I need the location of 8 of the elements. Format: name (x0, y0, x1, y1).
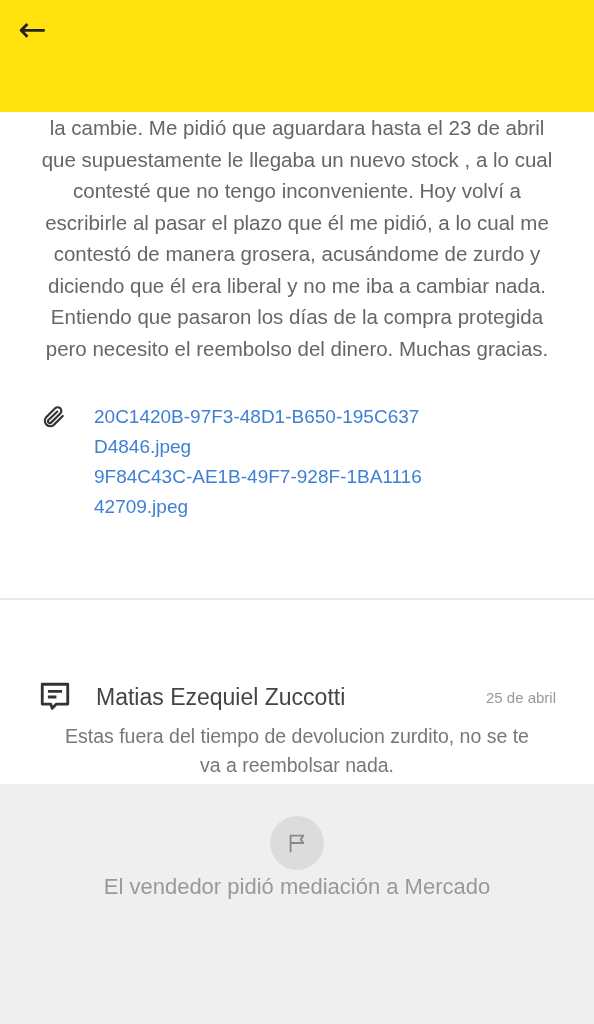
back-button[interactable]: ← (12, 8, 53, 50)
reply-date: 25 de abril (485, 688, 556, 706)
reply-text: Estas fuera del tiempo de devolucion zurdito, no se te va a reembolsar nada. (64, 724, 530, 778)
attachment-link[interactable]: 20C1420B-97F3-48D1-B650-195C637D4846.jpeg (94, 402, 424, 462)
attachment-link[interactable]: 9F84C43C-AE1B-49F7-928F-1BA111642709.jpeg (94, 462, 424, 522)
author-name: Matias Ezequiel Zuccotti (96, 683, 347, 711)
notice-text: El vendedor pidió mediación a Mercado (103, 874, 491, 900)
message-text: la cambie. Me pidió que aguardara hasta el 23 de abril que supuestamente le llegaba un nuevo stock , a lo cual contesté que no tengo inconveniente. Hoy volví a escribirle al pasar el plazo que él me pidió, a lo cual me contestó de manera grosera, acusándome de zurdo y diciendo que él era liberal y no me iba a cambiar nada. Entiendo que pasaron los días de la compra protegida pero necesito el reembolso del dinero. Muchas gracias. (40, 115, 554, 362)
